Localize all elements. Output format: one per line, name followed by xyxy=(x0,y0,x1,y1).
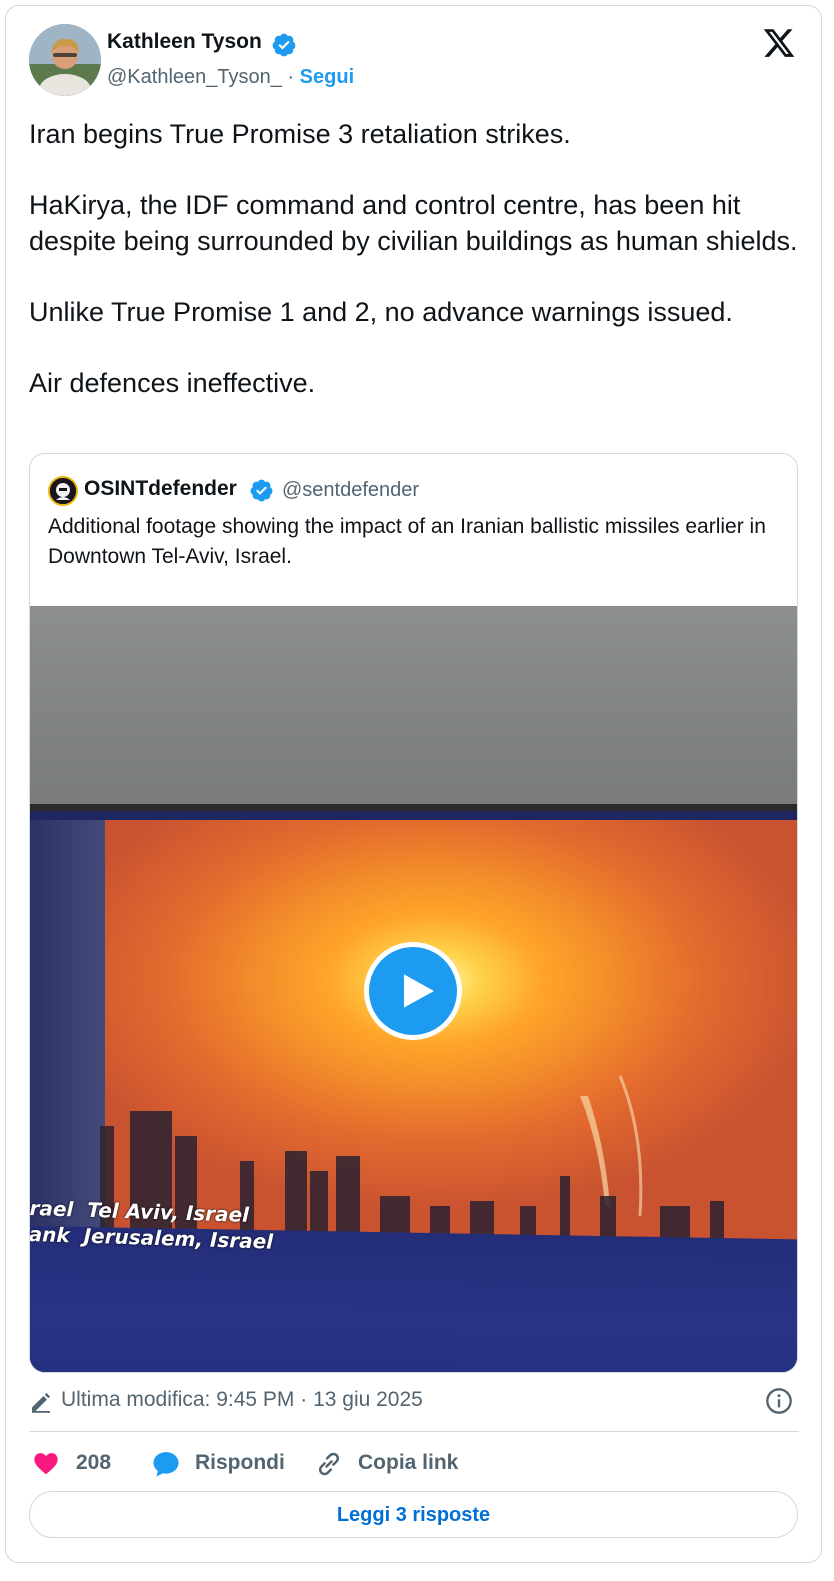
video-ticker: rael Tel Aviv, Israel ank Jerusalem, Isr… xyxy=(30,1195,274,1255)
author-avatar[interactable] xyxy=(29,24,101,96)
tweet-text: Iran begins True Promise 3 retaliation s… xyxy=(29,116,799,436)
verified-badge-icon xyxy=(272,33,296,57)
info-icon[interactable] xyxy=(765,1387,793,1415)
author-name[interactable]: Kathleen Tyson xyxy=(107,30,262,54)
verified-badge-icon xyxy=(250,479,273,502)
x-logo-icon[interactable] xyxy=(762,26,796,60)
like-count: 208 xyxy=(76,1451,112,1474)
like-button[interactable]: 208 xyxy=(29,1446,119,1480)
quoted-tweet[interactable]: OSINTdefender @sentdefender Additional f… xyxy=(29,453,798,1373)
handle-row: @Kathleen_Tyson_ · Segui xyxy=(107,66,354,89)
quoted-avatar[interactable] xyxy=(48,476,78,506)
pencil-icon xyxy=(32,1393,50,1413)
reply-button[interactable]: Rispondi xyxy=(151,1446,291,1480)
quoted-tweet-text: Additional footage showing the impact of… xyxy=(48,515,766,568)
video-frame-wall xyxy=(30,606,797,816)
tweet-paragraph: Iran begins True Promise 3 retaliation s… xyxy=(29,119,571,149)
separator-dot: · xyxy=(287,66,295,88)
action-bar: 208 Rispondi Copia link xyxy=(29,1446,799,1480)
quoted-author-handle[interactable]: @sentdefender xyxy=(282,479,419,502)
divider xyxy=(29,1431,799,1432)
read-replies-label: Leggi 3 risposte xyxy=(336,1504,491,1526)
reply-bubble-icon xyxy=(153,1452,179,1477)
tweet-paragraph: HaKirya, the IDF command and control cen… xyxy=(29,190,798,256)
edited-timestamp[interactable]: Ultima modifica: 9:45 PM · 13 giu 2025 xyxy=(61,1388,423,1412)
link-icon xyxy=(318,1452,340,1476)
reply-label: Rispondi xyxy=(195,1451,285,1474)
edit-meta-row: Ultima modifica: 9:45 PM · 13 giu 2025 xyxy=(29,1387,799,1417)
heart-icon xyxy=(34,1453,58,1475)
read-replies-button[interactable]: Leggi 3 risposte xyxy=(29,1491,798,1538)
tweet-paragraph: Unlike True Promise 1 and 2, no advance … xyxy=(29,297,733,327)
author-handle[interactable]: @Kathleen_Tyson_ xyxy=(107,66,282,88)
follow-button[interactable]: Segui xyxy=(300,66,354,88)
tweet-paragraph: Air defences ineffective. xyxy=(29,368,316,398)
quoted-author-name[interactable]: OSINTdefender xyxy=(84,477,237,501)
copy-link-button[interactable]: Copia link xyxy=(314,1446,464,1480)
video-player[interactable]: rael Tel Aviv, Israel ank Jerusalem, Isr… xyxy=(30,606,797,1372)
play-button[interactable] xyxy=(364,942,462,1040)
copy-link-label: Copia link xyxy=(358,1451,459,1474)
play-icon xyxy=(404,974,434,1008)
